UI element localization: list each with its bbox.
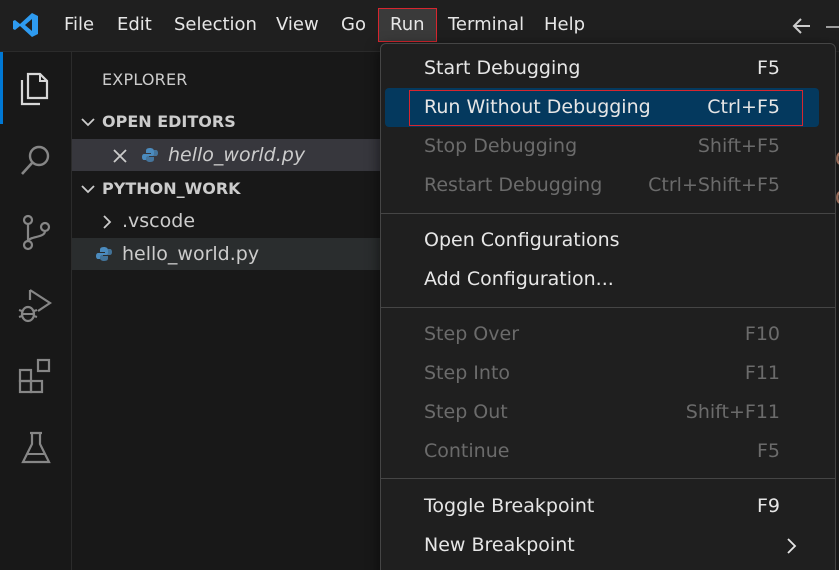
- menu-help[interactable]: Help: [536, 8, 593, 42]
- menuitem-shortcut: F10: [744, 323, 780, 345]
- open-editors-header[interactable]: OPEN EDITORS: [72, 107, 380, 137]
- menuitem-toggle-breakpoint[interactable]: Toggle Breakpoint F9: [385, 487, 819, 526]
- run-menu-dropdown: Start Debugging F5 Run Without Debugging…: [380, 43, 836, 570]
- menu-edit[interactable]: Edit: [109, 8, 160, 42]
- menuitem-label: New Breakpoint: [424, 534, 575, 556]
- menu-file[interactable]: File: [56, 8, 102, 42]
- menuitem-add-configuration[interactable]: Add Configuration...: [385, 260, 819, 299]
- workspace-label: PYTHON_WORK: [102, 179, 241, 198]
- menuitem-shortcut: F5: [756, 440, 780, 462]
- menuitem-step-over: Step Over F10: [385, 315, 819, 354]
- menuitem-label: Run Without Debugging: [424, 96, 651, 118]
- close-icon[interactable]: [112, 148, 128, 164]
- activity-bar: [0, 52, 72, 570]
- menuitem-shortcut: F9: [756, 495, 780, 517]
- activity-testing[interactable]: [0, 412, 72, 484]
- menuitem-new-breakpoint[interactable]: New Breakpoint: [385, 526, 819, 565]
- activity-source-control[interactable]: [0, 196, 72, 268]
- menuitem-label: Add Configuration...: [424, 268, 614, 290]
- menuitem-run-without-debugging[interactable]: Run Without Debugging Ctrl+F5: [385, 88, 819, 127]
- chevron-down-icon: [81, 185, 95, 194]
- arrow-left-icon[interactable]: [788, 12, 816, 40]
- beaker-icon: [21, 431, 51, 464]
- menuitem-step-out: Step Out Shift+F11: [385, 393, 819, 432]
- menuitem-start-debugging[interactable]: Start Debugging F5: [385, 49, 819, 88]
- explorer-sidebar: EXPLORER OPEN EDITORS hello_world.py PYT…: [72, 52, 380, 570]
- menu-run[interactable]: Run: [378, 8, 437, 42]
- menuitem-step-into: Step Into F11: [385, 354, 819, 393]
- run-debug-icon: [18, 289, 53, 323]
- menuitem-label: Toggle Breakpoint: [424, 495, 595, 517]
- chevron-down-icon: [81, 118, 95, 127]
- activity-extensions[interactable]: [0, 340, 72, 412]
- open-editor-filename: hello_world.py: [168, 144, 306, 166]
- open-editors-label: OPEN EDITORS: [102, 112, 236, 131]
- explorer-title: EXPLORER: [102, 70, 188, 89]
- arrow-right-icon[interactable]: [826, 26, 839, 28]
- menuitem-label: Continue: [424, 440, 510, 462]
- menuitem-shortcut: Shift+F5: [697, 135, 780, 157]
- tree-item-hello-world[interactable]: hello_world.py: [72, 238, 380, 270]
- extensions-icon: [18, 358, 51, 394]
- menuitem-restart-debugging: Restart Debugging Ctrl+Shift+F5: [385, 166, 819, 205]
- python-file-icon: [96, 247, 112, 261]
- menuitem-label: Step Into: [424, 362, 511, 384]
- menuitem-label: Step Out: [424, 401, 508, 423]
- activity-run-debug[interactable]: [0, 268, 72, 340]
- menuitem-shortcut: Shift+F11: [685, 401, 780, 423]
- menuitem-label: Stop Debugging: [424, 135, 578, 157]
- menuitem-continue: Continue F5: [385, 432, 819, 471]
- tree-item-label: hello_world.py: [122, 243, 260, 265]
- menu-separator: [381, 307, 835, 308]
- menu-separator: [381, 213, 835, 214]
- search-icon: [21, 145, 50, 175]
- files-icon: [20, 72, 49, 106]
- python-file-icon: [142, 148, 158, 162]
- menu-separator: [381, 478, 835, 479]
- menuitem-stop-debugging: Stop Debugging Shift+F5: [385, 127, 819, 166]
- vscode-logo-icon: [13, 13, 38, 37]
- chevron-right-icon: [103, 215, 112, 229]
- menu-terminal[interactable]: Terminal: [440, 8, 532, 42]
- menuitem-shortcut: Ctrl+F5: [707, 96, 780, 118]
- tree-item-label: .vscode: [122, 210, 196, 232]
- menuitem-shortcut: F11: [744, 362, 780, 384]
- activity-explorer[interactable]: [0, 52, 72, 124]
- activity-search[interactable]: [0, 124, 72, 196]
- menuitem-shortcut: F5: [756, 57, 780, 79]
- menuitem-label: Restart Debugging: [424, 174, 603, 196]
- menuitem-label: Open Configurations: [424, 229, 620, 251]
- tree-item-vscode-folder[interactable]: .vscode: [72, 205, 380, 237]
- menuitem-label: Start Debugging: [424, 57, 581, 79]
- source-control-icon: [22, 214, 51, 251]
- menuitem-label: Step Over: [424, 323, 519, 345]
- open-editor-item[interactable]: hello_world.py: [72, 139, 380, 171]
- menuitem-shortcut: Ctrl+Shift+F5: [648, 174, 780, 196]
- menu-selection[interactable]: Selection: [166, 8, 265, 42]
- menuitem-open-configurations[interactable]: Open Configurations: [385, 221, 819, 260]
- menu-go[interactable]: Go: [333, 8, 374, 42]
- menu-view[interactable]: View: [268, 8, 327, 42]
- workspace-header[interactable]: PYTHON_WORK: [72, 174, 380, 204]
- chevron-right-icon: [787, 538, 797, 554]
